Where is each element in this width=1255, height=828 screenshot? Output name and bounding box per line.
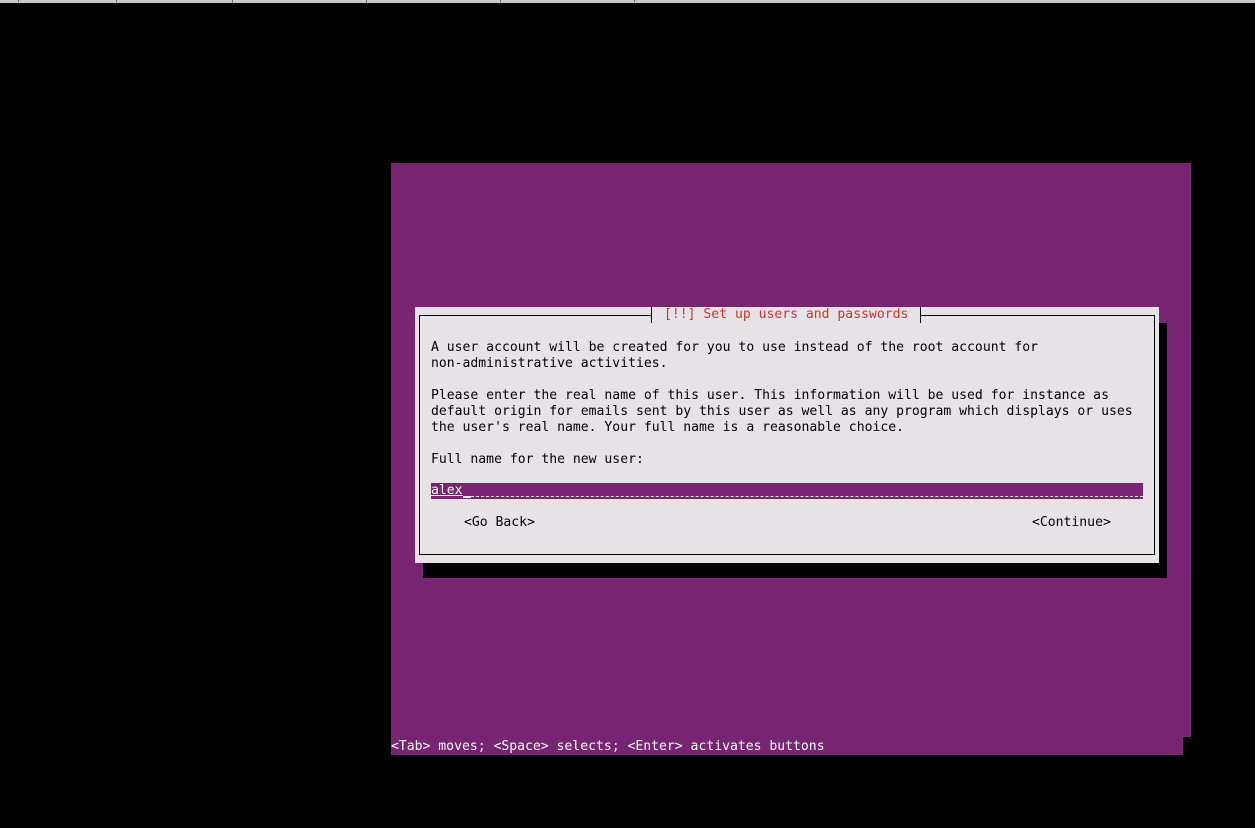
tab-divider (18, 0, 19, 3)
go-back-button[interactable]: <Go Back> (464, 515, 535, 531)
continue-button[interactable]: <Continue> (1032, 515, 1111, 531)
tab-divider (500, 0, 501, 3)
intro-text-line-2: non-administrative activities. (431, 356, 668, 371)
dialog-title: [!!] Set up users and passwords (651, 307, 922, 323)
tab-divider (366, 0, 367, 3)
tab-divider (634, 0, 635, 3)
window-top-strip (0, 0, 1255, 3)
full-name-input[interactable]: alex (431, 483, 1143, 499)
input-fill-underline (471, 496, 1143, 497)
keyboard-help-text: <Tab> moves; <Space> selects; <Enter> ac… (391, 739, 825, 754)
info-text-line-1: Please enter the real name of this user.… (431, 388, 1109, 403)
setup-users-dialog: [!!] Set up users and passwords A user a… (415, 307, 1159, 563)
tab-divider (232, 0, 233, 3)
full-name-label: Full name for the new user: (431, 452, 644, 467)
tab-divider (116, 0, 117, 3)
full-name-value: alex (431, 483, 463, 498)
info-text-line-3: the user's real name. Your full name is … (431, 420, 904, 435)
intro-text-line-1: A user account will be created for you t… (431, 340, 1038, 355)
text-cursor (463, 496, 471, 498)
info-text-line-2: default origin for emails sent by this u… (431, 404, 1133, 419)
